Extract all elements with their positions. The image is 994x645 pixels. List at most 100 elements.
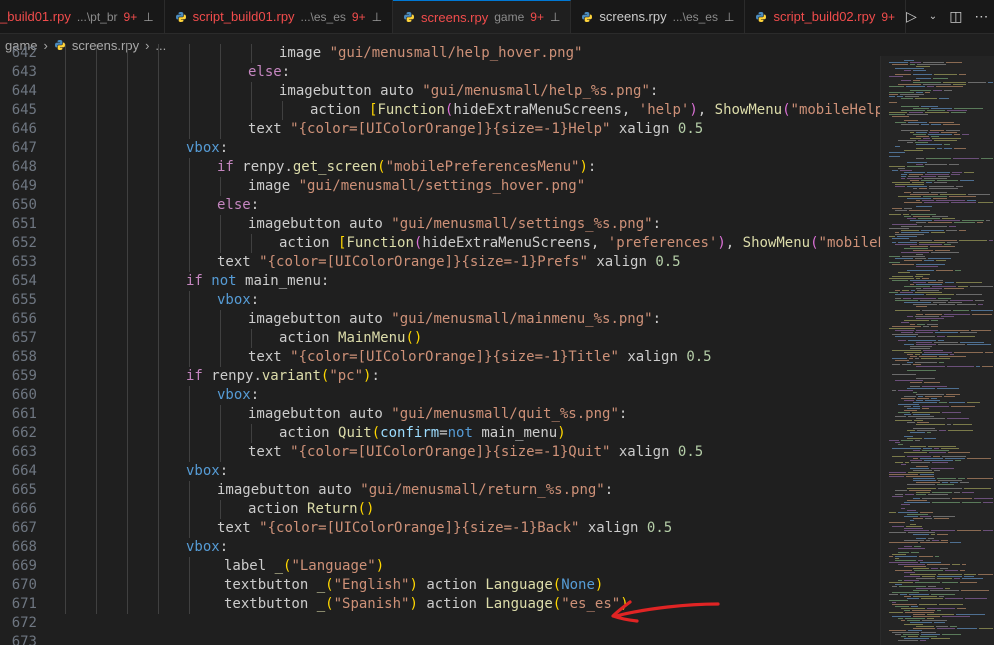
code-line[interactable]: 643 else: (0, 63, 880, 82)
indent-guide (189, 253, 190, 272)
minimap-code-line (943, 82, 966, 83)
code-token: 0.5 (677, 121, 704, 137)
code-line[interactable]: 649 image "gui/menusmall/settings_hover.p… (0, 177, 880, 196)
indent-guide (158, 44, 159, 63)
code-line[interactable]: 660 vbox: (0, 386, 880, 405)
minimap-code-line (916, 284, 942, 285)
code-line[interactable]: 648 if renpy.get_screen("mobilePreference… (0, 158, 880, 177)
code-line[interactable]: 654 if not main_menu: (0, 272, 880, 291)
minimap-code-line (889, 112, 907, 113)
code-line[interactable]: 658 text "{color=[UIColorOrange]}{size=-1… (0, 348, 880, 367)
code-line[interactable]: 656 imagebutton auto "gui/menusmall/mainm… (0, 310, 880, 329)
indent-guide (189, 101, 190, 120)
code-line[interactable]: 653 text "{color=[UIColorOrange]}{size=-1… (0, 253, 880, 272)
minimap[interactable] (880, 56, 994, 645)
minimap-code-line (932, 492, 952, 493)
editor-tab[interactable]: script_build01.rpy ...\es_es 9+ ⊥ (165, 0, 394, 33)
minimap-code-line (895, 234, 924, 235)
more-actions-icon[interactable]: ⋯ (974, 8, 988, 25)
minimap-code-line (892, 326, 921, 327)
indent-guide (65, 272, 66, 291)
minimap-code-line (892, 224, 917, 225)
minimap-code-line (904, 216, 911, 217)
code-line[interactable]: 642 image "gui/menusmall/help_hover.png" (0, 44, 880, 63)
minimap-code-line (889, 292, 898, 293)
minimap-code-line (918, 560, 923, 561)
minimap-code-line (939, 98, 949, 99)
code-line[interactable]: 666 action Return() (0, 500, 880, 519)
chevron-down-icon[interactable]: ⌄ (929, 11, 937, 22)
minimap-code-line (889, 114, 905, 115)
code-line[interactable]: 668 vbox: (0, 538, 880, 557)
minimap-code-line (905, 494, 914, 495)
code-line[interactable]: 671 textbutton _("Spanish") action Langua… (0, 595, 880, 614)
minimap-code-line (898, 140, 916, 141)
minimap-code-line (956, 186, 963, 187)
minimap-code-line (924, 178, 947, 179)
code-line[interactable]: 645 action [Function(hideExtraMenuScreens… (0, 101, 880, 120)
minimap-code-line (889, 542, 918, 543)
minimap-code-line (895, 560, 916, 561)
minimap-code-line (928, 222, 952, 223)
indent-guide (158, 557, 159, 576)
line-number: 646 (11, 121, 37, 137)
code-token: 0.5 (646, 520, 673, 536)
indent-guide (96, 405, 97, 424)
minimap-code-line (900, 292, 913, 293)
indent-guide (158, 196, 159, 215)
code-text: text "{color=[UIColorOrange]}{size=-1}Ba… (217, 519, 672, 538)
code-line[interactable]: 662 action Quit(confirm=not main_menu) (0, 424, 880, 443)
code-line[interactable]: 670 textbutton _("English") action Langua… (0, 576, 880, 595)
run-icon[interactable]: ▷ (906, 8, 917, 25)
pin-icon[interactable]: ⊥ (143, 10, 153, 24)
code-line[interactable]: 669 label _("Language") (0, 557, 880, 576)
editor-tab[interactable]: screens.rpy game 9+ ⊥ (393, 0, 572, 33)
pin-icon[interactable]: ⊥ (724, 10, 734, 24)
minimap-code-line (889, 612, 903, 613)
pin-icon[interactable]: ⊥ (550, 10, 560, 24)
minimap-code-line (912, 610, 935, 611)
line-number: 671 (11, 596, 37, 612)
code-line[interactable]: 652 action [Function(hideExtraMenuScreens… (0, 234, 880, 253)
minimap-code-line (937, 388, 959, 389)
code-token: text (217, 520, 260, 536)
code-line[interactable]: 657 action MainMenu() (0, 329, 880, 348)
code-line[interactable]: 651 imagebutton auto "gui/menusmall/setti… (0, 215, 880, 234)
code-line[interactable]: 663 text "{color=[UIColorOrange]}{size=-1… (0, 443, 880, 462)
editor-tab[interactable]: script_build02.rpy 9+ (745, 0, 907, 33)
code-line[interactable]: 665 imagebutton auto "gui/menusmall/retur… (0, 481, 880, 500)
code-editor[interactable]: 642 image "gui/menusmall/help_hover.png" 6… (0, 44, 880, 645)
indent-guide (158, 405, 159, 424)
code-line[interactable]: 661 imagebutton auto "gui/menusmall/quit_… (0, 405, 880, 424)
minimap-code-line (904, 566, 926, 567)
indent-guide (96, 177, 97, 196)
minimap-code-line (904, 202, 922, 203)
editor-tab[interactable]: screens.rpy ...\es_es ⊥ (571, 0, 746, 33)
minimap-code-line (939, 402, 947, 403)
code-line[interactable]: 644 imagebutton auto "gui/menusmall/help_… (0, 82, 880, 101)
editor-tab[interactable]: _build01.rpy ...\pt_br 9+ ⊥ (0, 0, 165, 33)
minimap-code-line (901, 608, 925, 609)
code-line[interactable]: 655 vbox: (0, 291, 880, 310)
minimap-code-line (901, 398, 915, 399)
minimap-code-line (892, 182, 910, 183)
code-line[interactable]: 673 (0, 633, 880, 645)
split-editor-icon[interactable]: ◫ (949, 8, 962, 25)
pin-icon[interactable]: ⊥ (372, 10, 382, 24)
code-line[interactable]: 664 vbox: (0, 462, 880, 481)
code-line[interactable]: 672 (0, 614, 880, 633)
code-line[interactable]: 647 vbox: (0, 139, 880, 158)
code-line[interactable]: 667 text "{color=[UIColorOrange]}{size=-1… (0, 519, 880, 538)
minimap-code-line (956, 282, 982, 283)
minimap-code-line (895, 634, 901, 635)
code-line[interactable]: 646 text "{color=[UIColorOrange]}{size=-1… (0, 120, 880, 139)
minimap-code-line (916, 344, 936, 345)
minimap-code-line (913, 534, 929, 535)
minimap-code-line (898, 512, 918, 513)
minimap-code-line (895, 330, 914, 331)
minimap-code-line (945, 282, 954, 283)
minimap-code-line (958, 478, 965, 479)
code-line[interactable]: 659 if renpy.variant("pc"): (0, 367, 880, 386)
minimap-code-line (913, 614, 925, 615)
code-line[interactable]: 650 else: (0, 196, 880, 215)
